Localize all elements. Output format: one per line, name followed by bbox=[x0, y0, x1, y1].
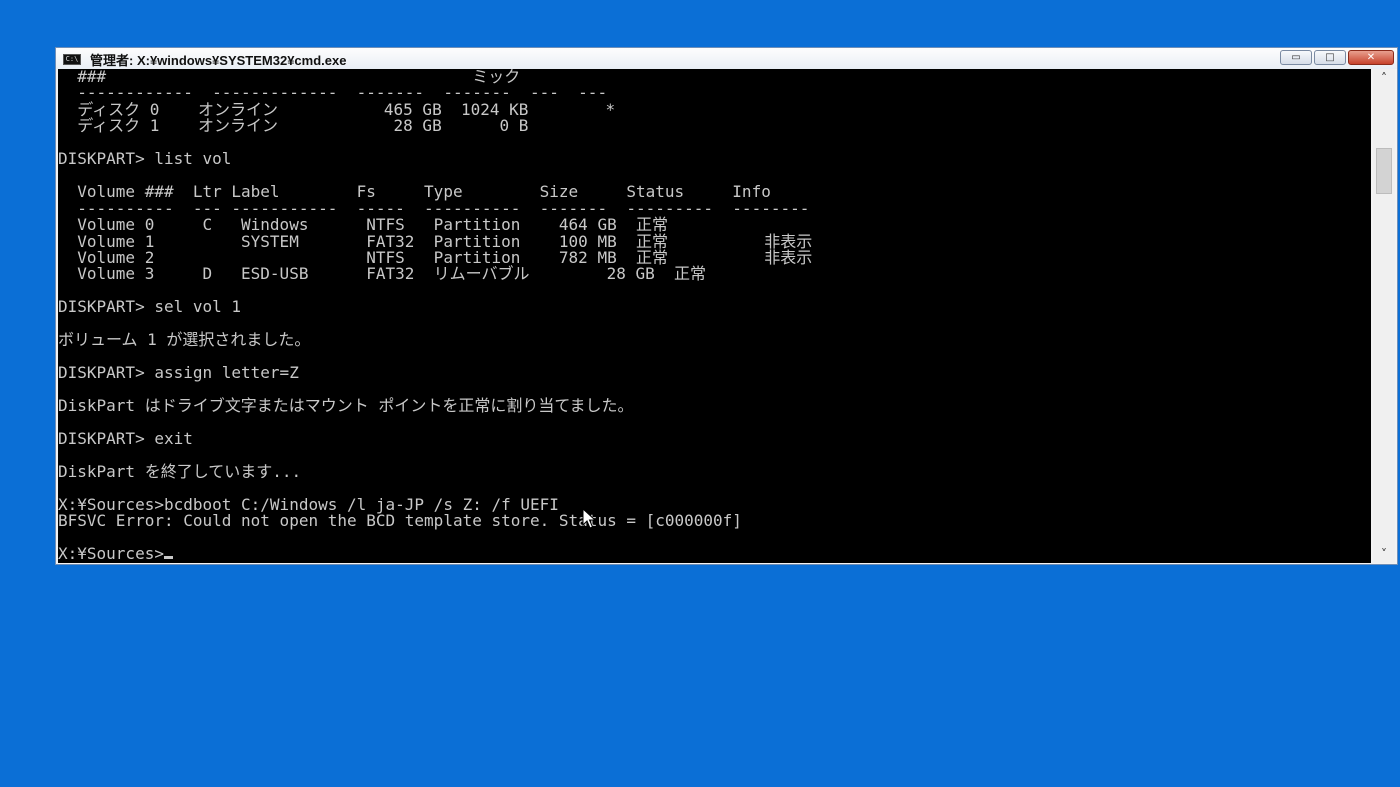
title-bar[interactable]: C:\ 管理者: X:¥windows¥SYSTEM32¥cmd.exe ▭ □… bbox=[56, 48, 1397, 69]
console-text: ### ミック ------------ ------------- -----… bbox=[58, 69, 1371, 563]
console-line: DiskPart はドライブ文字またはマウント ポイントを正常に割り当てました。 bbox=[58, 396, 634, 416]
scroll-up-arrow-icon[interactable]: ˄ bbox=[1373, 69, 1395, 87]
scrollbar-thumb[interactable] bbox=[1376, 148, 1392, 194]
console-line: BFSVC Error: Could not open the BCD temp… bbox=[58, 511, 742, 531]
maximize-button[interactable]: □ bbox=[1314, 50, 1346, 65]
console-line: DISKPART> assign letter=Z bbox=[58, 363, 299, 383]
console-line: DISKPART> exit bbox=[58, 428, 193, 448]
console-line: ボリューム 1 が選択されました。 bbox=[58, 330, 311, 350]
console-line: DiskPart を終了しています... bbox=[58, 461, 302, 481]
close-button[interactable]: ✕ bbox=[1348, 50, 1394, 65]
mouse-pointer-icon bbox=[582, 508, 596, 529]
cmd-app-icon[interactable]: C:\ bbox=[63, 54, 81, 65]
vertical-scrollbar[interactable]: ˄ ˅ bbox=[1373, 69, 1395, 563]
minimize-button[interactable]: ▭ bbox=[1280, 50, 1312, 65]
console-output[interactable]: ### ミック ------------ ------------- -----… bbox=[58, 69, 1371, 563]
console-line: DISKPART> list vol bbox=[58, 149, 232, 169]
text-cursor bbox=[163, 556, 173, 560]
window-title: 管理者: X:¥windows¥SYSTEM32¥cmd.exe bbox=[90, 53, 347, 68]
scroll-down-arrow-icon[interactable]: ˅ bbox=[1373, 545, 1395, 563]
cmd-window: C:\ 管理者: X:¥windows¥SYSTEM32¥cmd.exe ▭ □… bbox=[55, 47, 1398, 565]
console-line: ディスク 1 オンライン 28 GB 0 B bbox=[58, 116, 529, 136]
console-prompt: X:¥Sources> bbox=[58, 544, 164, 563]
console-line: Volume 3 D ESD-USB FAT32 リムーバブル 28 GB 正常 bbox=[58, 264, 707, 284]
console-line: DISKPART> sel vol 1 bbox=[58, 297, 242, 317]
